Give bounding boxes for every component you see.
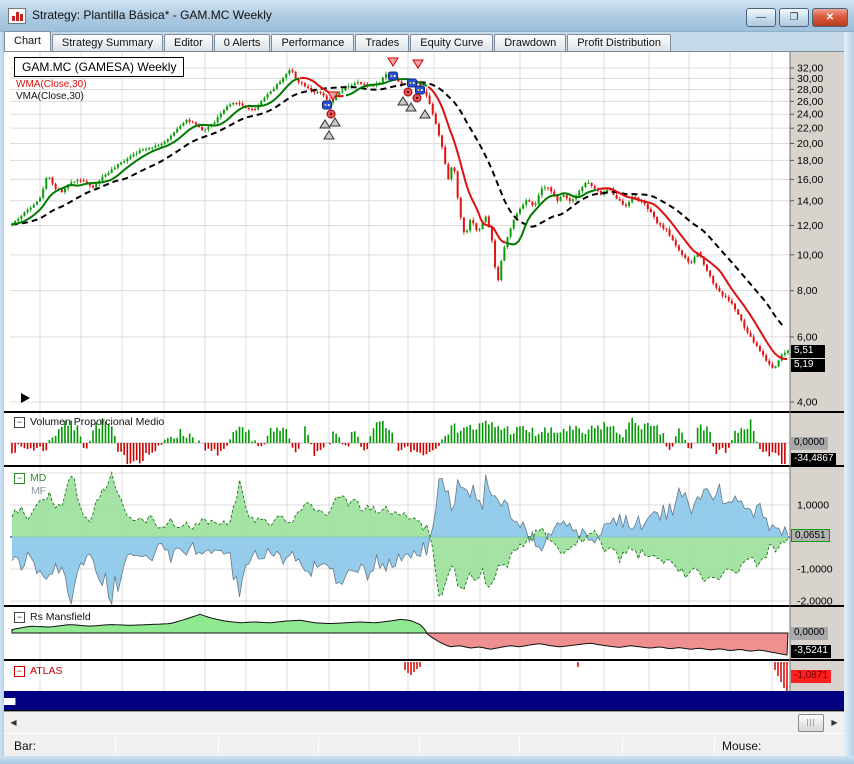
volume-last-box: -34,4867 [791, 453, 836, 466]
volume-panel-header: − Volumen Proporcional Medio [14, 416, 164, 428]
status-separator [519, 737, 520, 754]
tab-0-alerts[interactable]: 0 Alerts [214, 34, 271, 51]
mf-label: MF [31, 485, 46, 497]
volume-panel-label: Volumen Proporcional Medio [30, 416, 164, 428]
status-separator [622, 737, 623, 754]
minimize-button[interactable]: — [746, 8, 776, 27]
collapse-volume-icon[interactable]: − [14, 417, 25, 428]
md-label: MD [30, 472, 46, 484]
app-icon [8, 8, 26, 24]
md-last-box: 0,0651 [791, 529, 830, 542]
strategy-window: Strategy: Plantilla Básica* - GAM.MC Wee… [0, 0, 854, 764]
mouse-status-label: Mouse: [722, 739, 761, 753]
tab-performance[interactable]: Performance [271, 34, 354, 51]
horizontal-scrollbar[interactable]: ◀ ||| ▶ [4, 711, 844, 733]
tab-trades[interactable]: Trades [355, 34, 409, 51]
scrollbar-thumb[interactable]: ||| [798, 714, 824, 732]
title-bar[interactable]: Strategy: Plantilla Básica* - GAM.MC Wee… [0, 0, 854, 32]
rs-zero-box: 0,0000 [791, 627, 828, 640]
volume-zero-box: 0,0000 [791, 437, 828, 450]
tab-bar: ChartStrategy SummaryEditor0 AlertsPerfo… [4, 32, 844, 52]
date-axis-bar [4, 691, 844, 711]
collapse-md-icon[interactable]: − [14, 473, 25, 484]
vma-legend: VMA(Close,30) [16, 91, 84, 102]
tab-drawdown[interactable]: Drawdown [494, 34, 566, 51]
collapse-atlas-icon[interactable]: − [14, 666, 25, 677]
status-separator [419, 737, 420, 754]
symbol-legend: GAM.MC (GAMESA) Weekly [14, 57, 184, 77]
window-bottom-edge [0, 756, 854, 764]
scroll-left-icon[interactable]: ◀ [6, 715, 21, 731]
atlas-panel-header: − ATLAS [14, 665, 62, 677]
scroll-right-icon[interactable]: ▶ [827, 715, 842, 731]
status-separator [218, 737, 219, 754]
status-bar: Bar: Mouse: [0, 733, 854, 756]
tab-profit-distribution[interactable]: Profit Distribution [567, 34, 671, 51]
status-separator [115, 737, 116, 754]
window-right-edge [844, 32, 854, 756]
tab-chart[interactable]: Chart [4, 31, 51, 51]
wma-last-box: 5,19 [791, 359, 825, 372]
collapse-rs-icon[interactable]: − [14, 612, 25, 623]
window-left-edge [0, 32, 4, 756]
rs-last-box: -3,5241 [791, 645, 831, 658]
status-separator [714, 737, 715, 754]
atlas-last-box: -1,0871 [791, 670, 831, 683]
maximize-button[interactable]: ❐ [779, 8, 809, 27]
tab-editor[interactable]: Editor [164, 34, 213, 51]
wma-legend: WMA(Close,30) [16, 79, 87, 90]
rs-panel-label: Rs Mansfield [30, 611, 91, 623]
tab-equity-curve[interactable]: Equity Curve [410, 34, 493, 51]
bar-status-label: Bar: [14, 739, 36, 753]
tab-strategy-summary[interactable]: Strategy Summary [52, 34, 163, 51]
md-panel-header: − MD [14, 472, 46, 484]
rs-panel-header: − Rs Mansfield [14, 611, 91, 623]
window-title: Strategy: Plantilla Básica* - GAM.MC Wee… [32, 8, 272, 22]
status-separator [318, 737, 319, 754]
last-price-box: 5,51 [791, 345, 825, 358]
close-button[interactable]: ✕ [812, 8, 848, 27]
atlas-panel-label: ATLAS [30, 665, 62, 677]
chart-client-area[interactable] [4, 52, 844, 711]
